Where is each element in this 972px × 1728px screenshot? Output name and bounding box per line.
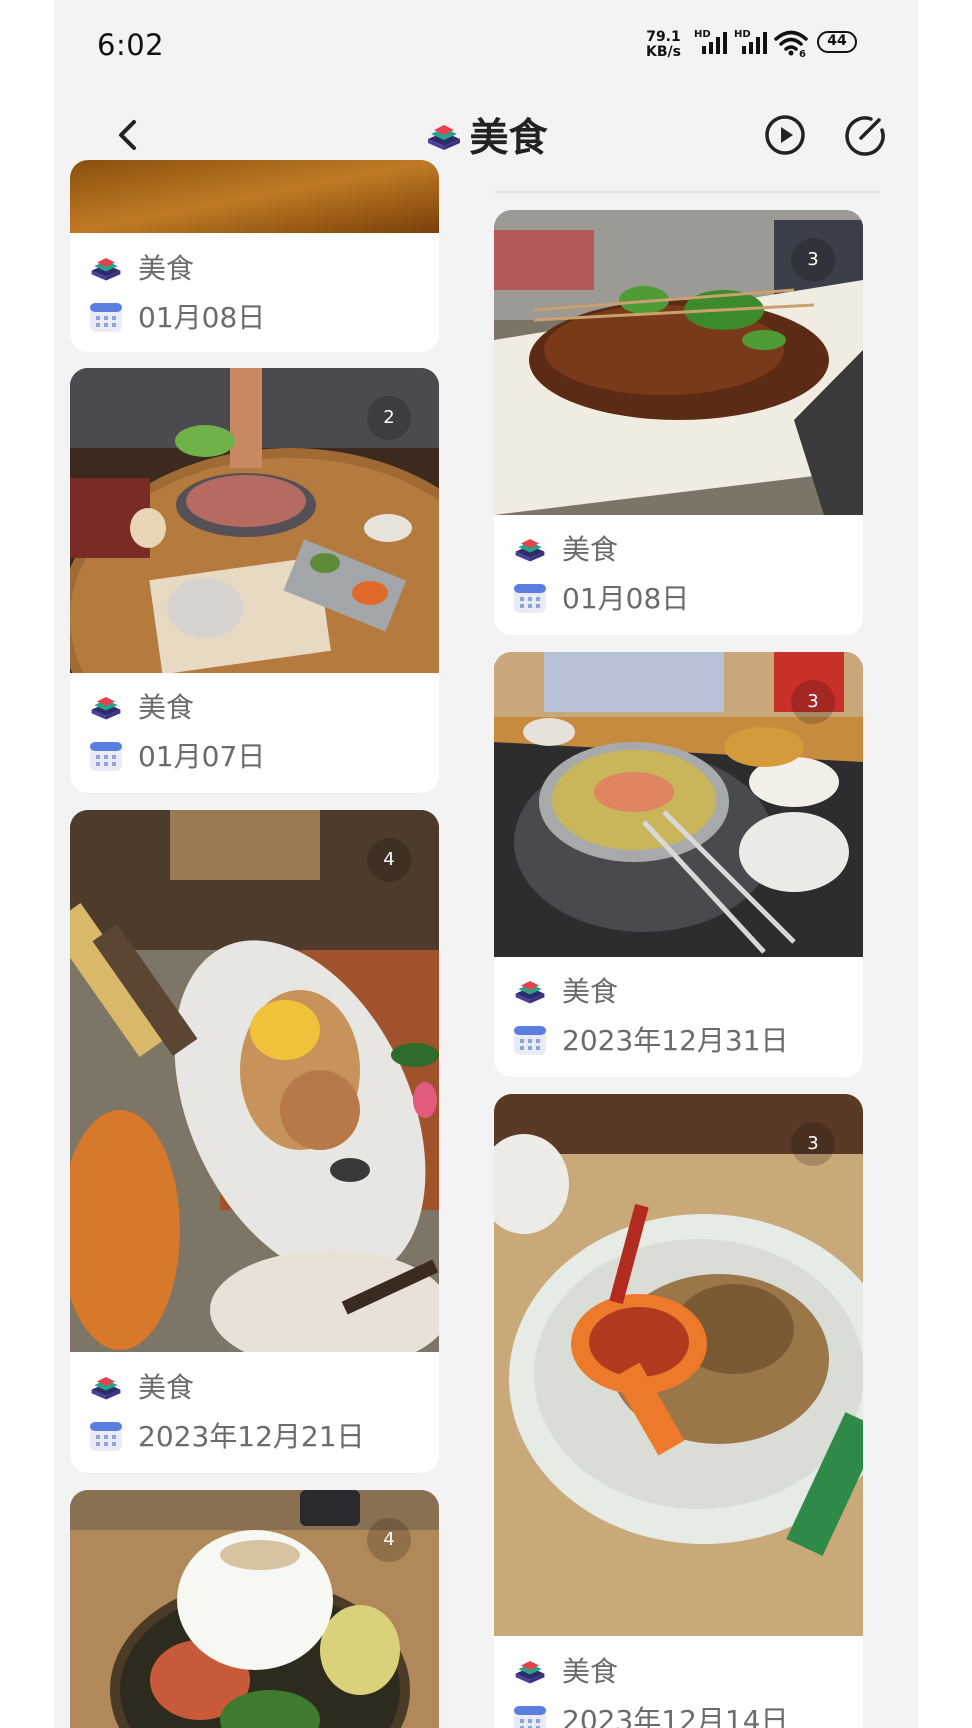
album-stack-icon: [91, 697, 121, 720]
album-label: 美食: [562, 1655, 619, 1688]
album-label: 美食: [138, 1371, 195, 1404]
date-row: 01月08日: [512, 577, 689, 617]
photo-card[interactable]: 3 美食 01月08日: [494, 210, 863, 635]
date-row: 2023年12月31日: [512, 1019, 789, 1059]
album-screen: 6:02 79.1 KB/s HD HD 6 44 美食 美食 01月08日 2…: [54, 0, 918, 1728]
photo-count-badge: 3: [791, 238, 835, 282]
album-title: 美食: [469, 116, 548, 161]
network-speed: 79.1 KB/s: [646, 30, 681, 60]
calendar-icon: [90, 303, 122, 332]
edit-icon: [845, 116, 885, 156]
calendar-icon: [514, 1026, 546, 1055]
calendar-icon: [514, 584, 546, 613]
date-label: 01月07日: [138, 740, 266, 773]
photo-count-badge: 4: [367, 838, 411, 882]
date-label: 2023年12月14日: [562, 1704, 789, 1728]
wifi-icon: 6: [774, 28, 808, 60]
album-row: 美食: [88, 686, 194, 726]
photo-card[interactable]: 4: [70, 1490, 439, 1728]
album-stack-icon: [515, 981, 545, 1004]
photo-card[interactable]: 美食 01月08日: [70, 160, 439, 352]
album-stack-icon: [515, 1661, 545, 1684]
photo-count-badge: 3: [791, 1122, 835, 1166]
date-row: 2023年12月21日: [88, 1415, 365, 1455]
album-stack-icon: [428, 125, 461, 150]
album-label: 美食: [138, 691, 195, 724]
food-photo[interactable]: [70, 160, 439, 233]
date-label: 01月08日: [138, 301, 266, 334]
album-stack-icon: [91, 1377, 121, 1400]
date-row: 2023年12月14日: [512, 1699, 789, 1728]
play-circle-icon: [765, 115, 805, 155]
photo-count-badge: 3: [791, 680, 835, 724]
calendar-icon: [90, 742, 122, 771]
photo-card[interactable]: 2 美食 01月07日: [70, 368, 439, 793]
album-label: 美食: [562, 975, 619, 1008]
signal-icon: HD: [694, 30, 730, 56]
food-photo[interactable]: [494, 1094, 863, 1636]
signal-icon: HD: [734, 30, 770, 56]
date-row: 01月08日: [88, 296, 265, 336]
album-row: 美食: [88, 1366, 194, 1406]
status-time: 6:02: [97, 28, 165, 62]
food-photo[interactable]: [70, 810, 439, 1352]
photo-card[interactable]: 3 美食 2023年12月14日: [494, 1094, 863, 1728]
date-label: 2023年12月31日: [562, 1024, 789, 1057]
album-label: 美食: [138, 252, 195, 285]
status-bar: 6:02 79.1 KB/s HD HD 6 44: [54, 0, 918, 90]
slideshow-button[interactable]: [760, 110, 810, 160]
album-row: 美食: [512, 970, 618, 1010]
wifi-label: 6: [799, 49, 806, 58]
date-label: 01月08日: [562, 582, 690, 615]
photo-count-badge: 2: [367, 396, 411, 440]
date-label: 2023年12月21日: [138, 1420, 365, 1453]
photo-card[interactable]: 3 美食 2023年12月31日: [494, 652, 863, 1077]
network-speed-value: 79.1: [646, 29, 681, 45]
album-row: 美食: [512, 1650, 618, 1690]
calendar-icon: [90, 1422, 122, 1451]
date-row: 01月07日: [88, 735, 265, 775]
photo-count-badge: 4: [367, 1518, 411, 1562]
photo-card[interactable]: 4 美食 2023年12月21日: [70, 810, 439, 1473]
edit-button[interactable]: [839, 110, 889, 160]
column-divider: [494, 191, 879, 193]
album-row: 美食: [512, 528, 618, 568]
album-label: 美食: [562, 533, 619, 566]
battery-indicator: 44: [817, 31, 857, 53]
calendar-icon: [514, 1706, 546, 1728]
album-stack-icon: [515, 539, 545, 562]
album-row: 美食: [88, 247, 194, 287]
album-stack-icon: [91, 258, 121, 281]
network-speed-unit: KB/s: [646, 44, 681, 60]
